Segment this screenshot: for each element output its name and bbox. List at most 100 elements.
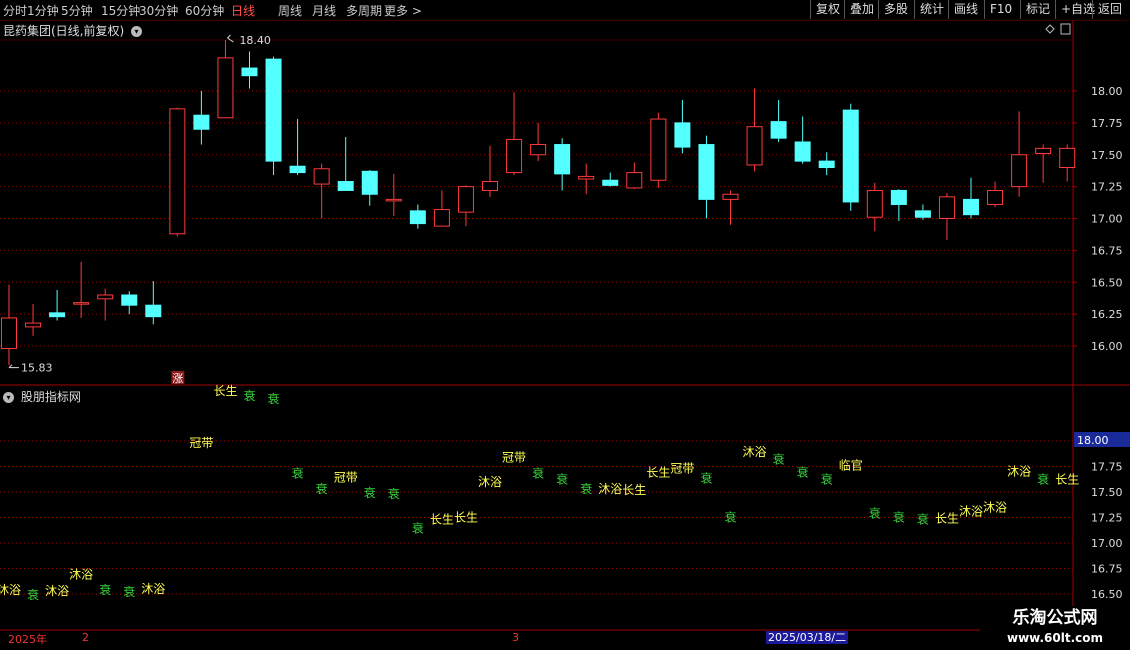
price-tick-label: 17.75 [1091, 117, 1123, 130]
candle-body [289, 165, 306, 174]
watermark-title: 乐淘公式网 [1012, 608, 1098, 628]
action-button[interactable]: 返回 [1092, 0, 1127, 19]
chart-annotations: 18.40 15.83 涨 [8, 23, 1071, 385]
indicator-tick-label: 17.50 [1091, 486, 1123, 499]
candle-body [818, 160, 835, 168]
period-tab[interactable]: 分时 [3, 2, 27, 19]
kline-chart: 18.00 17.75 17.50 17.25 17.00 16.75 16.50 16.25… [0, 20, 1130, 631]
candle-body [770, 121, 787, 139]
candle-body [193, 114, 210, 130]
indicator-label: 长生 [1055, 473, 1079, 487]
indicator-label: 衰 [292, 466, 304, 481]
candle-body [361, 170, 378, 195]
candle [674, 99, 691, 154]
period-tab[interactable]: 1分钟 [27, 2, 59, 19]
price-axis: 18.00 17.75 17.50 17.25 17.00 16.75 16.50 16.25… [1073, 85, 1130, 601]
candle [1011, 111, 1028, 197]
candle [770, 99, 787, 142]
indicator-label: 衰 [773, 451, 785, 466]
indicator-label: 沐浴 [1007, 465, 1031, 479]
candle [818, 152, 835, 176]
price-tick-label: 16.25 [1091, 308, 1123, 321]
indicator-label: 冠带 [189, 436, 213, 450]
action-button[interactable]: 统计 [914, 0, 949, 19]
candle [289, 119, 306, 176]
period-tab[interactable]: 周线 [278, 2, 302, 19]
indicator-label: 沐浴 [598, 482, 622, 496]
indicator-tick-label: 16.50 [1091, 588, 1123, 601]
indicator-label: 衰 [243, 388, 255, 403]
year-label: 2025年 [8, 633, 47, 646]
candle [193, 91, 210, 145]
candle-body [97, 294, 114, 300]
candle-body [169, 108, 186, 235]
candle [265, 56, 282, 176]
indicator-label: 衰 [123, 584, 135, 599]
candle [842, 103, 859, 211]
period-tab[interactable]: 更多 > [384, 2, 422, 19]
candle [217, 40, 234, 119]
month-label: 3 [512, 631, 519, 644]
indicator-label: 沐浴 [743, 445, 767, 459]
candle-body [626, 172, 643, 189]
action-button[interactable]: 复权 [810, 0, 845, 19]
candle [650, 112, 667, 188]
indicator-label: 衰 [821, 472, 833, 487]
action-button[interactable]: 画线 [948, 0, 983, 19]
candle [482, 145, 498, 197]
candle [73, 261, 90, 318]
period-tab[interactable]: 15分钟 [101, 2, 140, 19]
indicator-label: 沐浴 [45, 584, 69, 598]
indicator-label: 衰 [580, 481, 592, 496]
indicator-label: 衰 [1037, 472, 1049, 487]
indicator-label: 长生 [935, 512, 959, 526]
candle [97, 288, 114, 321]
indicator-label: 衰 [532, 466, 544, 481]
candle [530, 122, 547, 162]
candle-body [554, 144, 571, 175]
indicator-label: 临官 [839, 457, 863, 472]
candle [506, 92, 523, 176]
indicator-group: 沐浴衰沐浴沐浴衰衰沐浴冠带长生衰衰衰衰冠带衰 衰衰长生 长生沐浴冠带衰 衰衰 沐浴 长生长… [0, 384, 1079, 602]
candle [121, 291, 138, 315]
candle-body [890, 189, 907, 205]
candle-body [121, 294, 138, 306]
candle [337, 136, 354, 191]
candles-group [1, 40, 1076, 366]
indicator-label: 沐浴 [959, 504, 983, 518]
action-button[interactable]: 叠加 [844, 0, 879, 19]
indicator-label: 衰 [917, 512, 929, 527]
indicator-label: 冠带 [670, 462, 694, 476]
period-tab[interactable]: 60分钟 [185, 2, 224, 19]
candle [241, 51, 258, 89]
candle-body [698, 144, 715, 200]
candle-body [337, 181, 354, 191]
highlight-price-label: 18.00 [1077, 434, 1109, 447]
min-price-label: 15.83 [21, 362, 53, 375]
candle [866, 182, 883, 232]
candle-body [578, 175, 595, 180]
max-price-label: 18.40 [239, 34, 271, 47]
period-tab[interactable]: 月线 [312, 2, 336, 19]
indicator-label: 衰 [869, 505, 881, 520]
candle [145, 280, 162, 325]
action-button[interactable]: 多股 [878, 0, 913, 19]
period-tab[interactable]: 多周期 [346, 2, 382, 19]
candle-body [25, 322, 42, 328]
action-button[interactable]: 标记 [1020, 0, 1055, 19]
candle [722, 190, 739, 225]
period-toolbar: 分时 1分钟 5分钟 15分钟 30分钟 60分钟 日线 周线 月线 多周期 更多 > 复权 叠加 多股… [0, 0, 1130, 21]
period-tab[interactable]: 30分钟 [139, 2, 178, 19]
indicator-tick-label: 17.25 [1091, 512, 1123, 525]
indicator-label: 冠带 [502, 450, 526, 464]
watermark-url: www.60lt.com [1006, 631, 1104, 645]
price-tick-label: 17.00 [1091, 213, 1123, 226]
period-tab[interactable]: 5分钟 [61, 2, 93, 19]
candle [602, 172, 619, 187]
period-tab[interactable]: 日线 [231, 2, 255, 19]
indicator-label: 沐浴 [478, 475, 502, 489]
indicator-label: 沐浴 [983, 500, 1007, 514]
candle [746, 88, 763, 172]
action-button[interactable]: F10 [984, 0, 1017, 19]
indicator-label: 沐浴 [0, 583, 21, 597]
